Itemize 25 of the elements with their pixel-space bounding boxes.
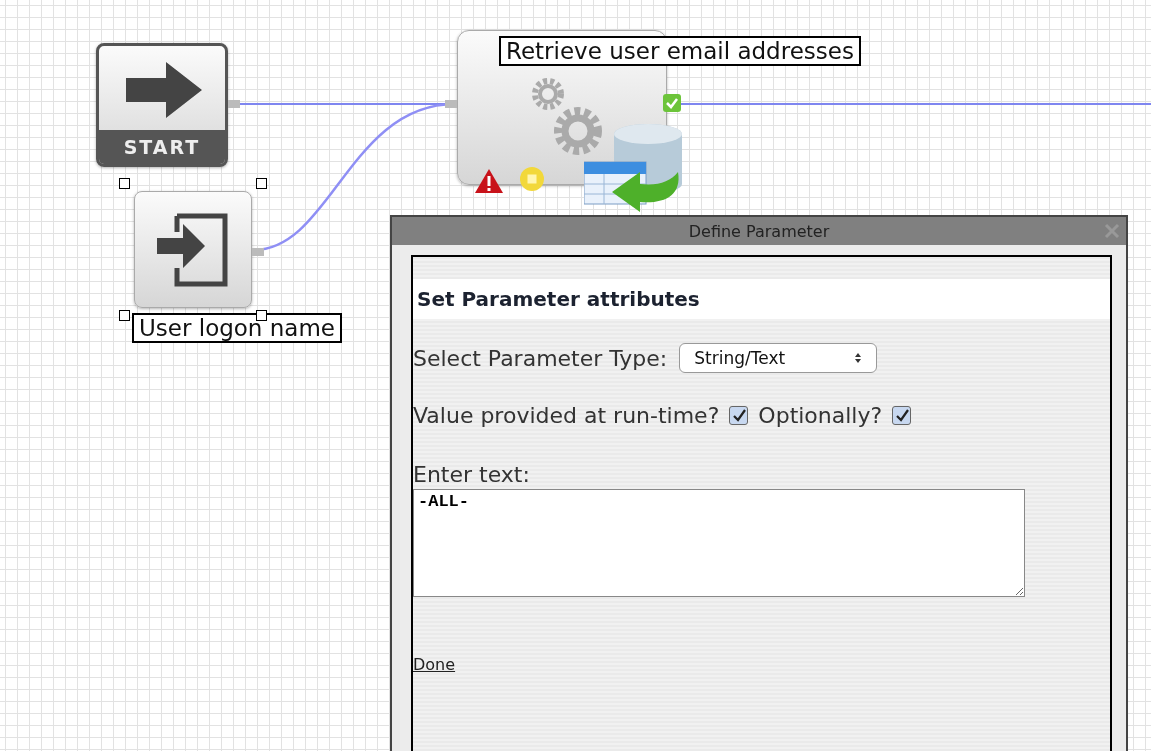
warning-icon bbox=[474, 168, 504, 194]
start-node[interactable]: START bbox=[96, 43, 228, 167]
check-icon bbox=[663, 94, 681, 112]
selection-handle[interactable] bbox=[256, 178, 267, 189]
done-link[interactable]: Done bbox=[413, 655, 456, 674]
section-heading: Set Parameter attributes bbox=[417, 287, 700, 311]
stop-icon bbox=[519, 166, 545, 192]
node-label: Retrieve user email addresses bbox=[499, 36, 861, 66]
checkbox-label: Value provided at run-time? bbox=[413, 403, 720, 428]
updown-icon bbox=[854, 352, 863, 364]
checkbox[interactable] bbox=[729, 406, 749, 425]
selection-handle[interactable] bbox=[119, 310, 130, 321]
checkbox-label: Optionally? bbox=[758, 403, 883, 428]
type-dropdown[interactable]: String/Text bbox=[679, 343, 878, 373]
input-port[interactable] bbox=[445, 100, 457, 108]
arrow-icon bbox=[126, 62, 202, 118]
text-area[interactable]: -ALL- bbox=[413, 489, 1025, 597]
start-caption: START bbox=[99, 130, 225, 164]
node-label: User logon name bbox=[132, 313, 342, 343]
field-label: Select Parameter Type: bbox=[413, 345, 668, 371]
selection-handle[interactable] bbox=[119, 178, 130, 189]
field-label: Enter text: bbox=[413, 462, 530, 487]
checkbox[interactable] bbox=[892, 406, 912, 425]
input-node[interactable] bbox=[134, 191, 252, 308]
dialog-title: Define Parameter bbox=[688, 221, 830, 241]
